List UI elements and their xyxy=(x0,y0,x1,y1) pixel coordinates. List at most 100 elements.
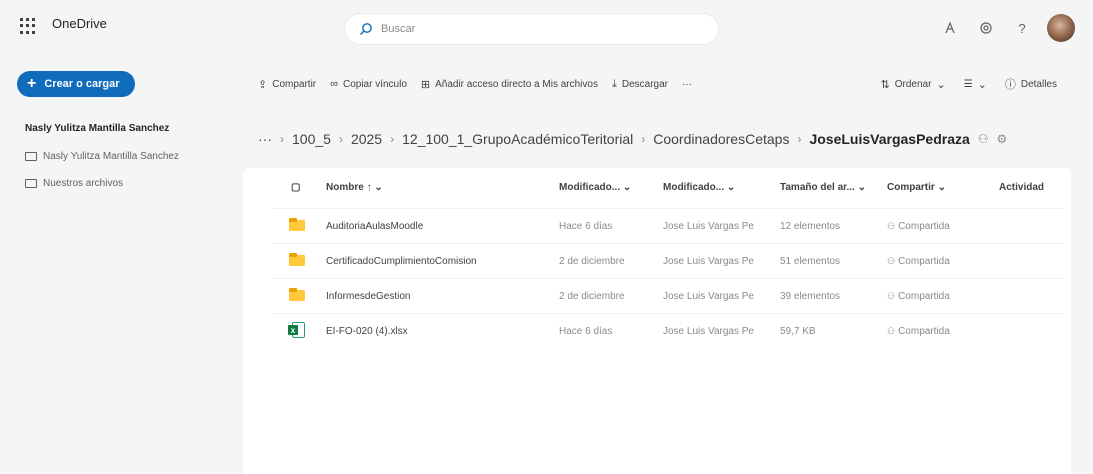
chevron-right-icon: › xyxy=(390,132,395,146)
breadcrumb-overflow[interactable]: ··· xyxy=(258,131,272,147)
folder-icon xyxy=(289,288,305,301)
premium-icon[interactable] xyxy=(939,17,961,39)
file-size: 39 elementos xyxy=(780,291,841,302)
sort-icon: ⇅ xyxy=(880,78,890,91)
file-size: 12 elementos xyxy=(780,221,841,232)
modified-by: Jose Luis Vargas Pe xyxy=(663,326,754,337)
shortcut-icon: ⊞ xyxy=(420,78,431,91)
people-icon: ⚇ xyxy=(887,256,896,266)
sharing-status: ⚇ Compartida xyxy=(887,291,950,302)
chevron-right-icon: › xyxy=(280,132,284,146)
column-modified[interactable]: Modificado... ⌄ xyxy=(559,182,631,193)
breadcrumb-item[interactable]: 2025 xyxy=(351,131,382,147)
table-row[interactable]: CertificadoCumplimientoComision 2 de dic… xyxy=(273,243,1063,277)
chevron-right-icon: › xyxy=(338,132,343,146)
breadcrumb-item[interactable]: CoordinadoresCetaps xyxy=(653,131,789,147)
sidebar-item-label: Nuestros archivos xyxy=(43,178,124,189)
modified-date: Hace 6 días xyxy=(559,221,613,232)
table-header: ▢ Nombre ↑ ⌄ Modificado... ⌄ Modificado.… xyxy=(243,174,1071,202)
breadcrumb: ··· › 100_5 › 2025 › 12_100_1_GrupoAcadé… xyxy=(258,131,1007,147)
details-icon: ⓘ xyxy=(1004,79,1016,91)
file-name[interactable]: InformesdeGestion xyxy=(326,291,411,302)
file-name[interactable]: AuditoriaAulasMoodle xyxy=(326,221,423,232)
download-button[interactable]: ⤓ Descargar xyxy=(612,78,668,91)
chevron-right-icon: › xyxy=(641,132,646,146)
sidebar-item-label: Nasly Yulitza Mantilla Sanchez xyxy=(43,151,179,162)
sharing-status: ⚇ Compartida xyxy=(887,326,950,337)
help-icon[interactable]: ? xyxy=(1011,17,1033,39)
copy-link-label: Copiar vínculo xyxy=(342,78,407,90)
breadcrumb-item[interactable]: 100_5 xyxy=(292,131,331,147)
download-icon: ⤓ xyxy=(611,77,617,90)
create-upload-label: Crear o cargar xyxy=(44,78,120,90)
search-input[interactable] xyxy=(381,23,681,35)
share-button[interactable]: ⇪ Compartir xyxy=(258,78,316,91)
settings-icon[interactable] xyxy=(975,17,997,39)
create-upload-button[interactable]: + Crear o cargar xyxy=(17,71,135,97)
chevron-right-icon: › xyxy=(797,132,802,146)
table-row[interactable]: AuditoriaAulasMoodle Hace 6 días Jose Lu… xyxy=(273,208,1063,242)
file-name[interactable]: EI-FO-020 (4).xlsx xyxy=(326,326,408,337)
sidebar-item-personal-folder[interactable]: Nasly Yulitza Mantilla Sanchez xyxy=(25,151,179,162)
details-label: Detalles xyxy=(1020,78,1057,90)
chevron-down-icon: ⌄ xyxy=(977,78,987,91)
column-size[interactable]: Tamaño del ar... ⌄ xyxy=(780,182,866,193)
table-row[interactable]: x EI-FO-020 (4).xlsx Hace 6 días Jose Lu… xyxy=(273,313,1063,347)
command-bar-right: ⇅ Ordenar ⌄ ☰ ⌄ ⓘ Detalles xyxy=(881,74,1057,94)
breadcrumb-item[interactable]: 12_100_1_GrupoAcadémicoTeritorial xyxy=(402,131,633,147)
view-options-icon: ☰ xyxy=(963,78,973,90)
column-sharing[interactable]: Compartir ⌄ xyxy=(887,182,946,193)
modified-by: Jose Luis Vargas Pe xyxy=(663,256,754,267)
details-button[interactable]: ⓘ Detalles xyxy=(1005,76,1057,92)
column-name[interactable]: Nombre ↑ ⌄ xyxy=(326,182,383,193)
column-modified-by[interactable]: Modificado... ⌄ xyxy=(663,182,735,193)
download-label: Descargar xyxy=(621,78,668,90)
more-actions-label: ··· xyxy=(681,78,692,90)
modified-date: 2 de diciembre xyxy=(559,256,625,267)
sidebar-item-our-files[interactable]: Nuestros archivos xyxy=(25,178,123,189)
avatar[interactable] xyxy=(1047,14,1075,42)
top-bar: OneDrive ? xyxy=(0,0,1093,60)
modified-by: Jose Luis Vargas Pe xyxy=(663,291,754,302)
file-list: ▢ Nombre ↑ ⌄ Modificado... ⌄ Modificado.… xyxy=(243,168,1071,474)
sidebar-owner-name: Nasly Yulitza Mantilla Sanchez xyxy=(25,123,170,134)
file-size: 51 elementos xyxy=(780,256,841,267)
shared-folder-icon xyxy=(25,179,37,188)
copy-link-button[interactable]: ∞ Copiar vínculo xyxy=(330,78,407,90)
file-size: 59,7 KB xyxy=(780,326,816,337)
top-right-icons: ? xyxy=(939,14,1075,42)
sharing-status: ⚇ Compartida xyxy=(887,221,950,232)
folder-icon xyxy=(289,218,305,231)
breadcrumb-current: JoseLuisVargasPedraza xyxy=(809,131,970,147)
sort-label: Ordenar xyxy=(894,78,932,90)
link-icon: ∞ xyxy=(330,78,338,90)
sharing-status: ⚇ Compartida xyxy=(887,256,950,267)
waffle-icon[interactable] xyxy=(20,18,36,34)
more-actions-button[interactable]: ··· xyxy=(682,79,692,90)
people-icon: ⚇ xyxy=(887,291,896,301)
search-icon xyxy=(360,23,372,35)
share-settings-icon[interactable]: ⚙ xyxy=(997,132,1008,146)
folder-icon xyxy=(25,152,37,161)
chevron-down-icon: ⌄ xyxy=(936,78,946,91)
file-name[interactable]: CertificadoCumplimientoComision xyxy=(326,256,477,267)
sort-button[interactable]: ⇅ Ordenar ⌄ xyxy=(881,78,946,91)
people-icon: ⚇ xyxy=(887,326,896,336)
search-box[interactable] xyxy=(345,14,718,44)
plus-icon: + xyxy=(27,75,37,92)
excel-icon: x xyxy=(288,322,305,338)
add-shortcut-label: Añadir acceso directo a Mis archivos xyxy=(435,78,598,90)
people-icon[interactable]: ⚇ xyxy=(978,132,989,146)
column-activity[interactable]: Actividad xyxy=(999,182,1044,193)
folder-icon xyxy=(289,253,305,266)
modified-date: 2 de diciembre xyxy=(559,291,625,302)
table-row[interactable]: InformesdeGestion 2 de diciembre Jose Lu… xyxy=(273,278,1063,312)
share-label: Compartir xyxy=(272,78,317,90)
modified-date: Hace 6 días xyxy=(559,326,613,337)
add-shortcut-button[interactable]: ⊞ Añadir acceso directo a Mis archivos xyxy=(421,78,598,91)
command-bar: ⇪ Compartir ∞ Copiar vínculo ⊞ Añadir ac… xyxy=(258,74,706,94)
file-type-icon: ▢ xyxy=(291,182,301,193)
view-options-button[interactable]: ☰ ⌄ xyxy=(964,78,987,91)
app-name[interactable]: OneDrive xyxy=(52,16,107,31)
modified-by: Jose Luis Vargas Pe xyxy=(663,221,754,232)
